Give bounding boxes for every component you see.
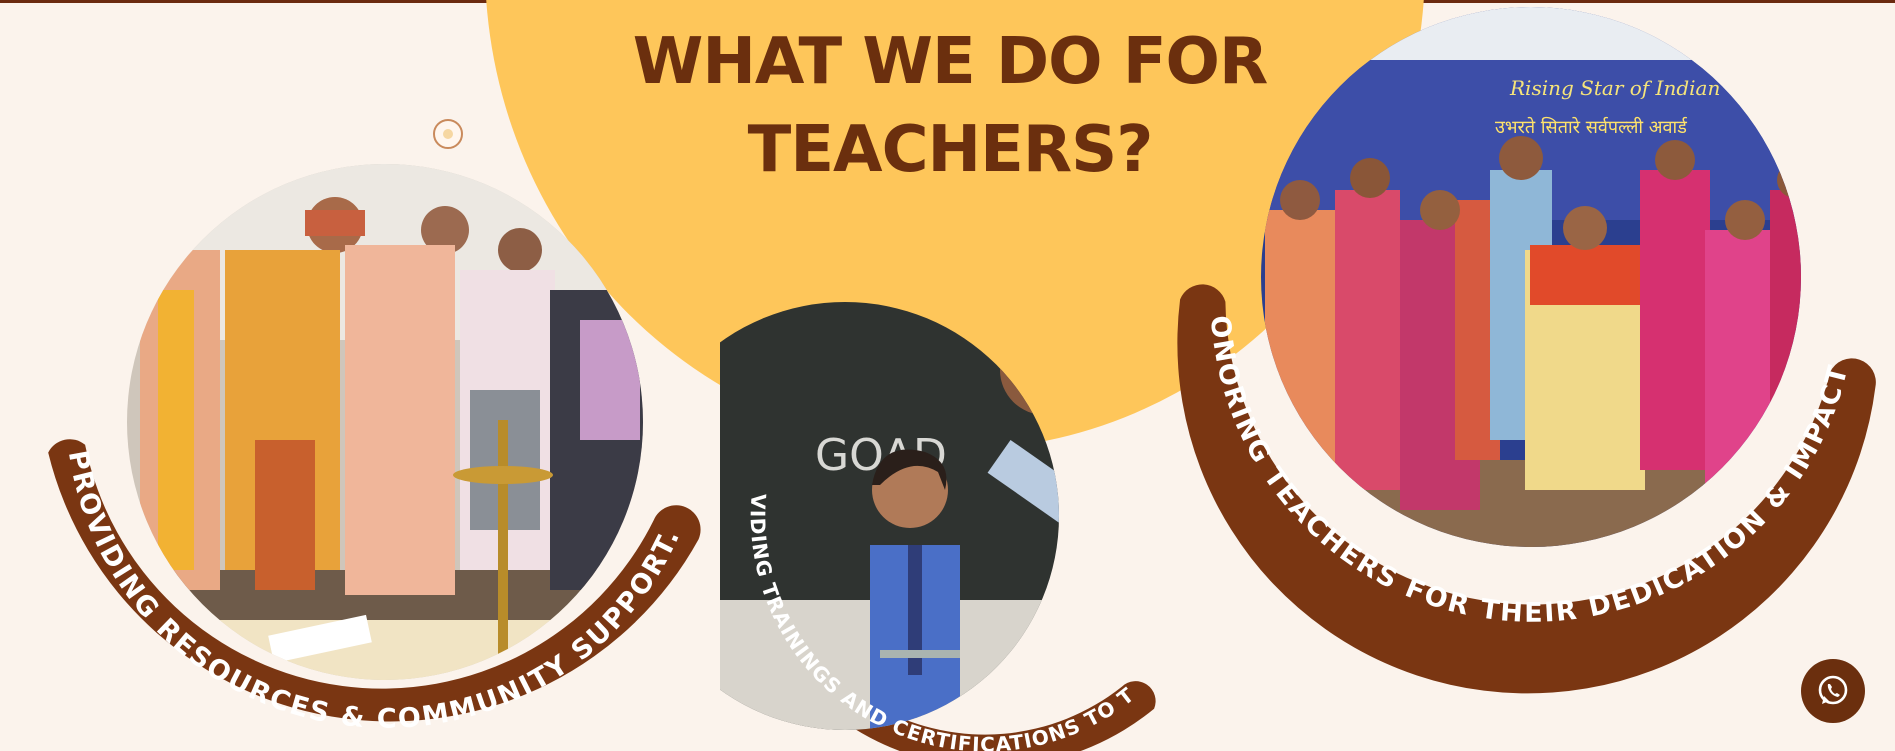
whatsapp-chat-button[interactable] bbox=[1801, 659, 1865, 723]
teacher-with-student-at-blackboard-photo: GOAD bbox=[720, 302, 1059, 730]
banner-title: Rising Star of Indian bbox=[1509, 76, 1720, 100]
whatsapp-icon bbox=[1818, 675, 1848, 705]
card-resources: PROVIDING RESOURCES & COMMUNITY SUPPORT. bbox=[0, 164, 720, 747]
banner-subtitle: उभरते सितारे सर्वपल्ली अवार्ड bbox=[1495, 116, 1688, 138]
page-title: WHAT WE DO FOR TEACHERS? bbox=[632, 25, 1268, 187]
decorative-ring bbox=[433, 119, 463, 149]
award-ceremony-group-photo: Rising Star of Indian उभरते सितारे सर्वप… bbox=[1261, 7, 1801, 547]
card-honoring: Rising Star of Indian उभरते सितारे सर्वप… bbox=[1173, 0, 1876, 694]
card-trainings: GOAD PROVIDING TRAININGS AND CERTIFICATI… bbox=[710, 281, 1210, 751]
